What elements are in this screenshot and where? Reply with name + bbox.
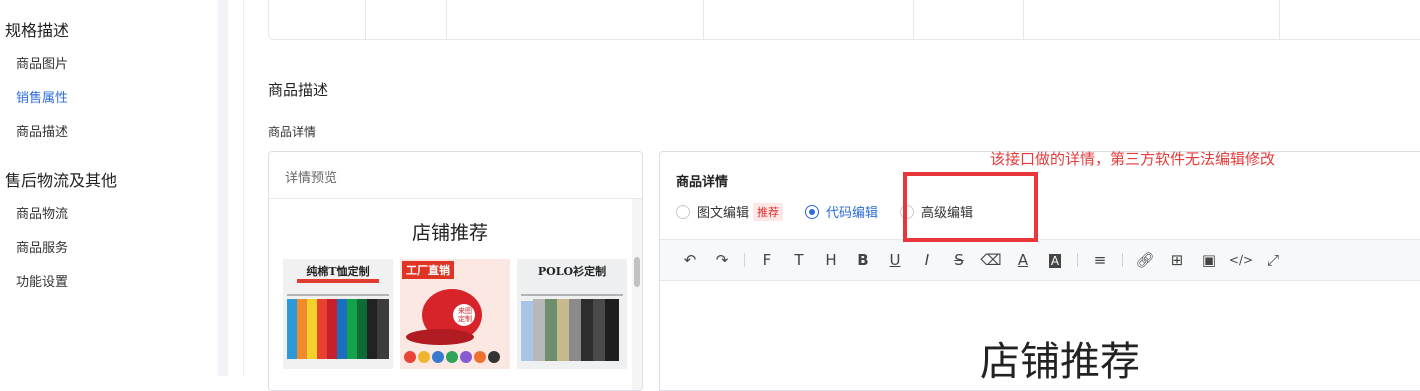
table-icon[interactable]: ⊞ bbox=[1161, 251, 1193, 269]
product-image-cap: 工厂直销 来图定制 bbox=[400, 259, 510, 369]
product-banner: POLO衫定制 bbox=[537, 265, 607, 278]
sidebar: 规格描述 商品图片 销售属性 商品描述 售后物流及其他 商品物流 商品服务 功能… bbox=[0, 0, 218, 376]
sku-table-bottom bbox=[268, 0, 1420, 40]
mode-label: 代码编辑 bbox=[826, 206, 879, 221]
annotation-highlight-box bbox=[903, 172, 1038, 242]
sidebar-item-sales-attributes[interactable]: 销售属性 bbox=[16, 87, 68, 106]
recommend-badge: 推荐 bbox=[753, 202, 784, 221]
sidebar-item-settings[interactable]: 功能设置 bbox=[16, 271, 68, 290]
strikethrough-icon[interactable]: S bbox=[943, 251, 975, 269]
italic-icon[interactable]: I bbox=[911, 251, 943, 269]
sidebar-section-spec[interactable]: 规格描述 bbox=[5, 17, 69, 41]
product-image-polo: POLO衫定制 bbox=[517, 259, 627, 369]
undo-icon[interactable]: ↶ bbox=[674, 251, 706, 269]
background-color-icon[interactable]: A bbox=[1039, 251, 1071, 269]
sidebar-item-service[interactable]: 商品服务 bbox=[16, 237, 68, 256]
content-gutter bbox=[228, 0, 244, 376]
detail-editor-panel: 商品详情 图文编辑 推荐 代码编辑 高级编辑 ↶ ↷ F T H B U I S… bbox=[659, 151, 1420, 391]
annotation-note: 该接口做的详情，第三方软件无法编辑修改 bbox=[990, 150, 1276, 168]
product-banner: 工厂直销 bbox=[402, 261, 454, 279]
link-icon[interactable]: 🔗︎ bbox=[1129, 251, 1161, 269]
editor-content-title: 店铺推荐 bbox=[980, 339, 1140, 385]
image-icon[interactable]: ▣ bbox=[1193, 251, 1225, 269]
radio-circle[interactable] bbox=[676, 204, 690, 219]
polo-illustration bbox=[521, 294, 623, 361]
sidebar-item-description[interactable]: 商品描述 bbox=[16, 121, 68, 140]
fullscreen-icon[interactable]: ⤢ bbox=[1257, 251, 1289, 269]
radio-circle[interactable] bbox=[805, 204, 820, 219]
font-family-icon[interactable]: F bbox=[751, 251, 783, 269]
editor-content[interactable]: 店铺推荐 bbox=[660, 281, 1420, 390]
mode-code[interactable]: 代码编辑 bbox=[805, 202, 878, 221]
sidebar-item-images[interactable]: 商品图片 bbox=[16, 53, 68, 72]
font-size-icon[interactable]: T bbox=[783, 251, 815, 269]
editor-toolbar: ↶ ↷ F T H B U I S ⌫ A A ≡ 🔗︎ ⊞ ▣ </> ⤢ bbox=[660, 239, 1420, 281]
bold-icon[interactable]: B bbox=[847, 251, 879, 269]
tshirts-illustration bbox=[287, 294, 389, 359]
product-banner: 纯棉T恤定制 bbox=[306, 265, 370, 278]
detail-preview-panel: 详情预览 店铺推荐 纯棉T恤定制 工厂直销 来图定制 POLO衫定制 bbox=[268, 151, 643, 391]
font-color-icon[interactable]: A bbox=[1007, 251, 1039, 269]
preview-scrollbar[interactable] bbox=[634, 257, 640, 287]
product-image-tshirt: 纯棉T恤定制 bbox=[283, 259, 393, 369]
mode-rich-text[interactable]: 图文编辑 推荐 bbox=[676, 202, 784, 221]
sidebar-section-aftersales[interactable]: 售后物流及其他 bbox=[5, 167, 117, 191]
editor-title: 商品详情 bbox=[676, 175, 729, 190]
preview-title: 店铺推荐 bbox=[411, 222, 488, 244]
align-icon[interactable]: ≡ bbox=[1084, 251, 1116, 269]
underline-icon[interactable]: U bbox=[879, 251, 911, 269]
mode-label: 图文编辑 bbox=[697, 206, 750, 221]
sidebar-item-logistics[interactable]: 商品物流 bbox=[16, 203, 68, 222]
heading-icon[interactable]: H bbox=[815, 251, 847, 269]
preview-header: 详情预览 bbox=[269, 152, 642, 199]
redo-icon[interactable]: ↷ bbox=[706, 251, 738, 269]
sidebar-divider bbox=[218, 0, 228, 376]
main-content: 商品描述 商品详情 详情预览 店铺推荐 纯棉T恤定制 工厂直销 来图定制 POL… bbox=[244, 0, 1420, 391]
cap-label: 来图定制 bbox=[458, 307, 472, 323]
section-title: 商品描述 bbox=[268, 81, 329, 99]
code-icon[interactable]: </> bbox=[1225, 253, 1257, 267]
field-label: 商品详情 bbox=[268, 125, 317, 139]
clear-format-icon[interactable]: ⌫ bbox=[975, 251, 1007, 269]
preview-scrolltrack[interactable] bbox=[632, 199, 642, 390]
